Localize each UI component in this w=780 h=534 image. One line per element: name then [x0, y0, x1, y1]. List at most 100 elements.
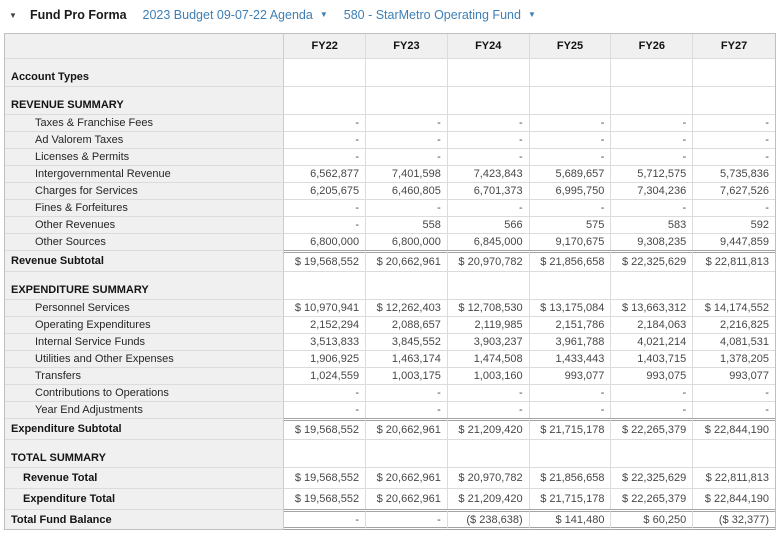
row-revenue-subtotal: Revenue Subtotal $ 19,568,552 $ 20,662,961…: [5, 250, 776, 271]
cell-ad-valorem-taxes-fy24: -: [447, 131, 530, 148]
pro-forma-table: FY22 FY23 FY24 FY25 FY26 FY27 Account Types REV…: [4, 33, 776, 530]
cell-revenue-subtotal-fy26: $ 22,325,629: [611, 250, 694, 271]
cell-expenditure-summary-fy25: [529, 271, 612, 299]
row-label-expenditure-subtotal: Expenditure Subtotal: [5, 418, 285, 439]
row-personnel-services: Personnel Services $ 10,970,941 $ 12,262,4…: [5, 299, 775, 316]
cell-ad-valorem-taxes-fy22: -: [284, 131, 367, 148]
cell-total-fund-balance-fy27: ($ 32,377): [693, 509, 776, 530]
cell-expenditure-summary-fy22: [284, 271, 367, 299]
cell-taxes-franchise-fees-fy24: -: [447, 114, 530, 131]
cell-revenue-total-fy24: $ 20,970,782: [447, 467, 530, 488]
cell-expenditure-total-fy27: $ 22,844,190: [693, 488, 776, 509]
fund-selector-dropdown[interactable]: 580 - StarMetro Operating Fund ▼: [344, 8, 536, 22]
cell-internal-service-funds-fy25: 3,961,788: [529, 333, 612, 350]
cell-total-summary-fy26: [611, 439, 694, 467]
row-contributions-to-operations: Contributions to Operations - - - - - -: [5, 384, 775, 401]
row-fines-forfeitures: Fines & Forfeitures - - - - - -: [5, 199, 775, 216]
cell-transfers-fy23: 1,003,175: [366, 367, 448, 384]
cell-year-end-adjustments-fy22: -: [284, 401, 367, 418]
cell-intergovernmental-revenue-fy26: 5,712,575: [611, 165, 694, 182]
cell-licenses-permits-fy26: -: [611, 148, 694, 165]
cell-other-sources-fy23: 6,800,000: [366, 233, 448, 250]
cell-expenditure-total-fy26: $ 22,265,379: [611, 488, 694, 509]
cell-expenditure-summary-fy23: [366, 271, 448, 299]
cell-other-sources-fy22: 6,800,000: [284, 233, 367, 250]
cell-intergovernmental-revenue-fy24: 7,423,843: [447, 165, 530, 182]
row-label-licenses-permits: Licenses & Permits: [5, 148, 285, 165]
cell-fines-forfeitures-fy23: -: [366, 199, 448, 216]
row-label-revenue-summary: REVENUE SUMMARY: [5, 86, 285, 114]
cell-account-types-fy23: [366, 58, 448, 86]
collapse-arrow-icon[interactable]: ▼: [9, 11, 30, 20]
cell-year-end-adjustments-fy23: -: [366, 401, 448, 418]
cell-fines-forfeitures-fy25: -: [529, 199, 612, 216]
cell-contributions-to-operations-fy26: -: [611, 384, 694, 401]
cell-year-end-adjustments-fy24: -: [447, 401, 530, 418]
cell-revenue-total-fy23: $ 20,662,961: [366, 467, 448, 488]
page-title: Fund Pro Forma: [30, 8, 127, 22]
cell-total-summary-fy23: [366, 439, 448, 467]
cell-expenditure-summary-fy24: [447, 271, 530, 299]
cell-year-end-adjustments-fy27: -: [693, 401, 775, 418]
cell-ad-valorem-taxes-fy27: -: [693, 131, 775, 148]
cell-transfers-fy22: 1,024,559: [284, 367, 367, 384]
cell-expenditure-total-fy23: $ 20,662,961: [366, 488, 448, 509]
cell-charges-for-services-fy27: 7,627,526: [693, 182, 775, 199]
cell-taxes-franchise-fees-fy27: -: [693, 114, 775, 131]
cell-licenses-permits-fy23: -: [366, 148, 448, 165]
cell-personnel-services-fy25: $ 13,175,084: [529, 299, 612, 316]
cell-fines-forfeitures-fy27: -: [693, 199, 775, 216]
cell-total-fund-balance-fy24: ($ 238,638): [447, 509, 530, 530]
row-revenue-total: Revenue Total $ 19,568,552 $ 20,662,961 $ 2…: [5, 467, 776, 488]
cell-contributions-to-operations-fy27: -: [693, 384, 775, 401]
cell-contributions-to-operations-fy25: -: [529, 384, 612, 401]
cell-taxes-franchise-fees-fy22: -: [284, 114, 367, 131]
cell-operating-expenditures-fy24: 2,119,985: [447, 316, 530, 333]
row-other-revenues: Other Revenues -558 566 575 583 592: [5, 216, 775, 233]
cell-fines-forfeitures-fy26: -: [611, 199, 694, 216]
cell-internal-service-funds-fy23: 3,845,552: [366, 333, 448, 350]
cell-transfers-fy24: 1,003,160: [447, 367, 530, 384]
cell-total-fund-balance-fy22: -: [284, 509, 367, 530]
cell-revenue-subtotal-fy22: $ 19,568,552: [284, 250, 367, 271]
column-header-fy27: FY27: [693, 34, 775, 58]
column-header-fy25: FY25: [529, 34, 612, 58]
cell-other-revenues-fy27: 592: [693, 216, 775, 233]
row-label-fines-forfeitures: Fines & Forfeitures: [5, 199, 285, 216]
row-total-fund-balance: Total Fund Balance - - ($ 238,638) $ 141,480…: [5, 509, 776, 530]
cell-taxes-franchise-fees-fy23: -: [366, 114, 448, 131]
row-label-internal-service-funds: Internal Service Funds: [5, 333, 285, 350]
row-label-charges-for-services: Charges for Services: [5, 182, 285, 199]
cell-other-sources-fy24: 6,845,000: [447, 233, 530, 250]
cell-transfers-fy26: 993,075: [611, 367, 694, 384]
cell-expenditure-subtotal-fy26: $ 22,265,379: [611, 418, 694, 439]
row-label-year-end-adjustments: Year End Adjustments: [5, 401, 285, 418]
cell-expenditure-subtotal-fy24: $ 21,209,420: [447, 418, 530, 439]
cell-utilities-and-other-expenses-fy23: 1,463,174: [366, 350, 448, 367]
cell-other-sources-fy25: 9,170,675: [529, 233, 612, 250]
budget-version-dropdown[interactable]: 2023 Budget 09-07-22 Agenda ▼: [143, 8, 328, 22]
cell-operating-expenditures-fy22: 2,152,294: [284, 316, 367, 333]
column-header-fy22: FY22: [284, 34, 367, 58]
table-header-row: FY22 FY23 FY24 FY25 FY26 FY27: [5, 34, 775, 58]
row-intergovernmental-revenue: Intergovernmental Revenue 6,562,877 7,401,…: [5, 165, 775, 182]
cell-operating-expenditures-fy25: 2,151,786: [529, 316, 612, 333]
cell-taxes-franchise-fees-fy26: -: [611, 114, 694, 131]
row-utilities-and-other-expenses: Utilities and Other Expenses 1,906,925 1,4…: [5, 350, 775, 367]
row-taxes-franchise-fees: Taxes & Franchise Fees - - - - - -: [5, 114, 775, 131]
cell-other-revenues-fy24: 566: [447, 216, 530, 233]
cell-ad-valorem-taxes-fy25: -: [529, 131, 612, 148]
cell-year-end-adjustments-fy26: -: [611, 401, 694, 418]
cell-expenditure-subtotal-fy22: $ 19,568,552: [284, 418, 367, 439]
cell-revenue-summary-fy23: [366, 86, 448, 114]
cell-total-fund-balance-fy23: -: [366, 509, 448, 530]
cell-licenses-permits-fy27: -: [693, 148, 775, 165]
column-header-blank: [5, 34, 285, 58]
cell-operating-expenditures-fy26: 2,184,063: [611, 316, 694, 333]
cell-revenue-summary-fy25: [529, 86, 612, 114]
cell-utilities-and-other-expenses-fy25: 1,433,443: [529, 350, 612, 367]
chevron-down-icon: ▼: [527, 10, 536, 19]
budget-version-label: 2023 Budget 09-07-22 Agenda: [142, 8, 313, 22]
cell-fines-forfeitures-fy24: -: [447, 199, 530, 216]
cell-revenue-subtotal-fy27: $ 22,811,813: [693, 250, 776, 271]
